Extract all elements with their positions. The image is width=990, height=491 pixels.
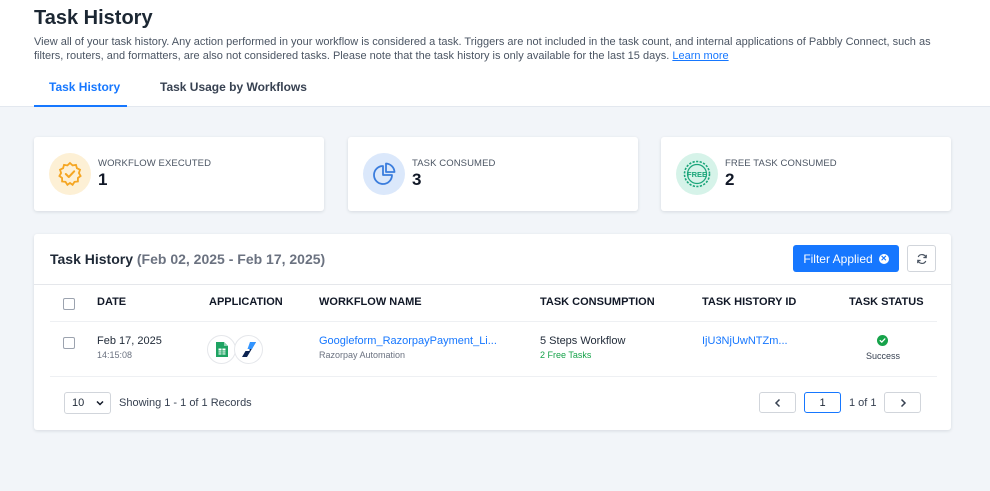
pie-chart-icon: [363, 153, 405, 195]
filter-label: Filter Applied: [803, 251, 873, 266]
stat-value: 2: [725, 170, 735, 189]
stat-label: WORKFLOW EXECUTED: [98, 158, 212, 169]
status-text: Success: [866, 351, 901, 361]
row-divider: [50, 321, 937, 322]
records-summary: Showing 1 - 1 of 1 Records: [119, 397, 252, 409]
free-badge-icon: FREE: [676, 153, 718, 195]
task-history-id-link[interactable]: IjU3NjUwNTZm...: [702, 335, 788, 347]
column-header-workflow-name[interactable]: WORKFLOW NAME: [319, 296, 422, 308]
panel-title: Task History (Feb 02, 2025 - Feb 17, 202…: [50, 251, 325, 267]
stat-label: FREE TASK CONSUMED: [725, 158, 837, 169]
stat-card-workflow-executed: WORKFLOW EXECUTED 1: [34, 137, 324, 211]
date-range: (Feb 02, 2025 - Feb 17, 2025): [136, 251, 326, 267]
row-checkbox[interactable]: [63, 337, 75, 349]
stat-card-free-task-consumed: FREE FREE TASK CONSUMED 2: [661, 137, 951, 211]
stat-card-task-consumed: TASK CONSUMED 3: [348, 137, 638, 211]
check-circle-icon: [877, 335, 888, 346]
free-tasks: 2 Free Tasks: [540, 350, 592, 360]
page-size-select[interactable]: 10: [64, 392, 111, 414]
task-history-panel: Task History (Feb 02, 2025 - Feb 17, 202…: [34, 234, 951, 430]
refresh-icon: [916, 253, 927, 264]
clear-filter-icon[interactable]: ✕: [878, 253, 889, 264]
refresh-button[interactable]: [907, 245, 936, 272]
learn-more-link[interactable]: Learn more: [672, 50, 728, 62]
page-description: View all of your task history. Any actio…: [34, 35, 959, 63]
select-all-checkbox[interactable]: [63, 298, 75, 310]
tab-task-usage-by-workflows[interactable]: Task Usage by Workflows: [160, 80, 307, 94]
workflow-folder: Razorpay Automation: [319, 350, 406, 360]
column-header-application[interactable]: APPLICATION: [209, 296, 283, 308]
page-count: 1 of 1: [849, 397, 877, 409]
google-sheets-icon: [207, 335, 236, 364]
chevron-left-icon: [774, 398, 780, 407]
next-page-button[interactable]: [884, 392, 921, 413]
stat-label: TASK CONSUMED: [412, 158, 496, 169]
column-header-task-consumption[interactable]: TASK CONSUMPTION: [540, 296, 655, 308]
column-header-task-history-id[interactable]: TASK HISTORY ID: [702, 296, 796, 308]
previous-page-button[interactable]: [759, 392, 796, 413]
row-divider: [50, 376, 937, 377]
active-tab-indicator: [34, 105, 127, 107]
panel-title-text: Task History: [50, 251, 133, 267]
chevron-down-icon: [96, 400, 104, 406]
stat-value: 3: [412, 170, 422, 189]
page-size-value: 10: [72, 397, 85, 409]
page-title: Task History: [34, 7, 153, 29]
tab-task-history[interactable]: Task History: [49, 80, 120, 94]
description-text: View all of your task history. Any actio…: [34, 36, 931, 62]
filter-applied-button[interactable]: Filter Applied ✕: [793, 245, 899, 272]
workflow-name-link[interactable]: Googleform_RazorpayPayment_Li...: [319, 335, 497, 347]
task-consumption: 5 Steps Workflow: [540, 335, 626, 347]
svg-text:FREE: FREE: [687, 170, 707, 179]
column-header-date[interactable]: DATE: [97, 296, 126, 308]
row-time: 14:15:08: [97, 350, 133, 360]
badge-check-icon: [49, 153, 91, 195]
razorpay-icon: [234, 335, 263, 364]
column-header-task-status[interactable]: TASK STATUS: [849, 296, 924, 308]
divider: [34, 284, 951, 285]
page-header: Task History View all of your task histo…: [0, 0, 990, 107]
page-number-input[interactable]: 1: [804, 392, 841, 413]
row-date: Feb 17, 2025: [97, 335, 162, 347]
chevron-right-icon: [900, 398, 906, 407]
stat-value: 1: [98, 170, 108, 189]
